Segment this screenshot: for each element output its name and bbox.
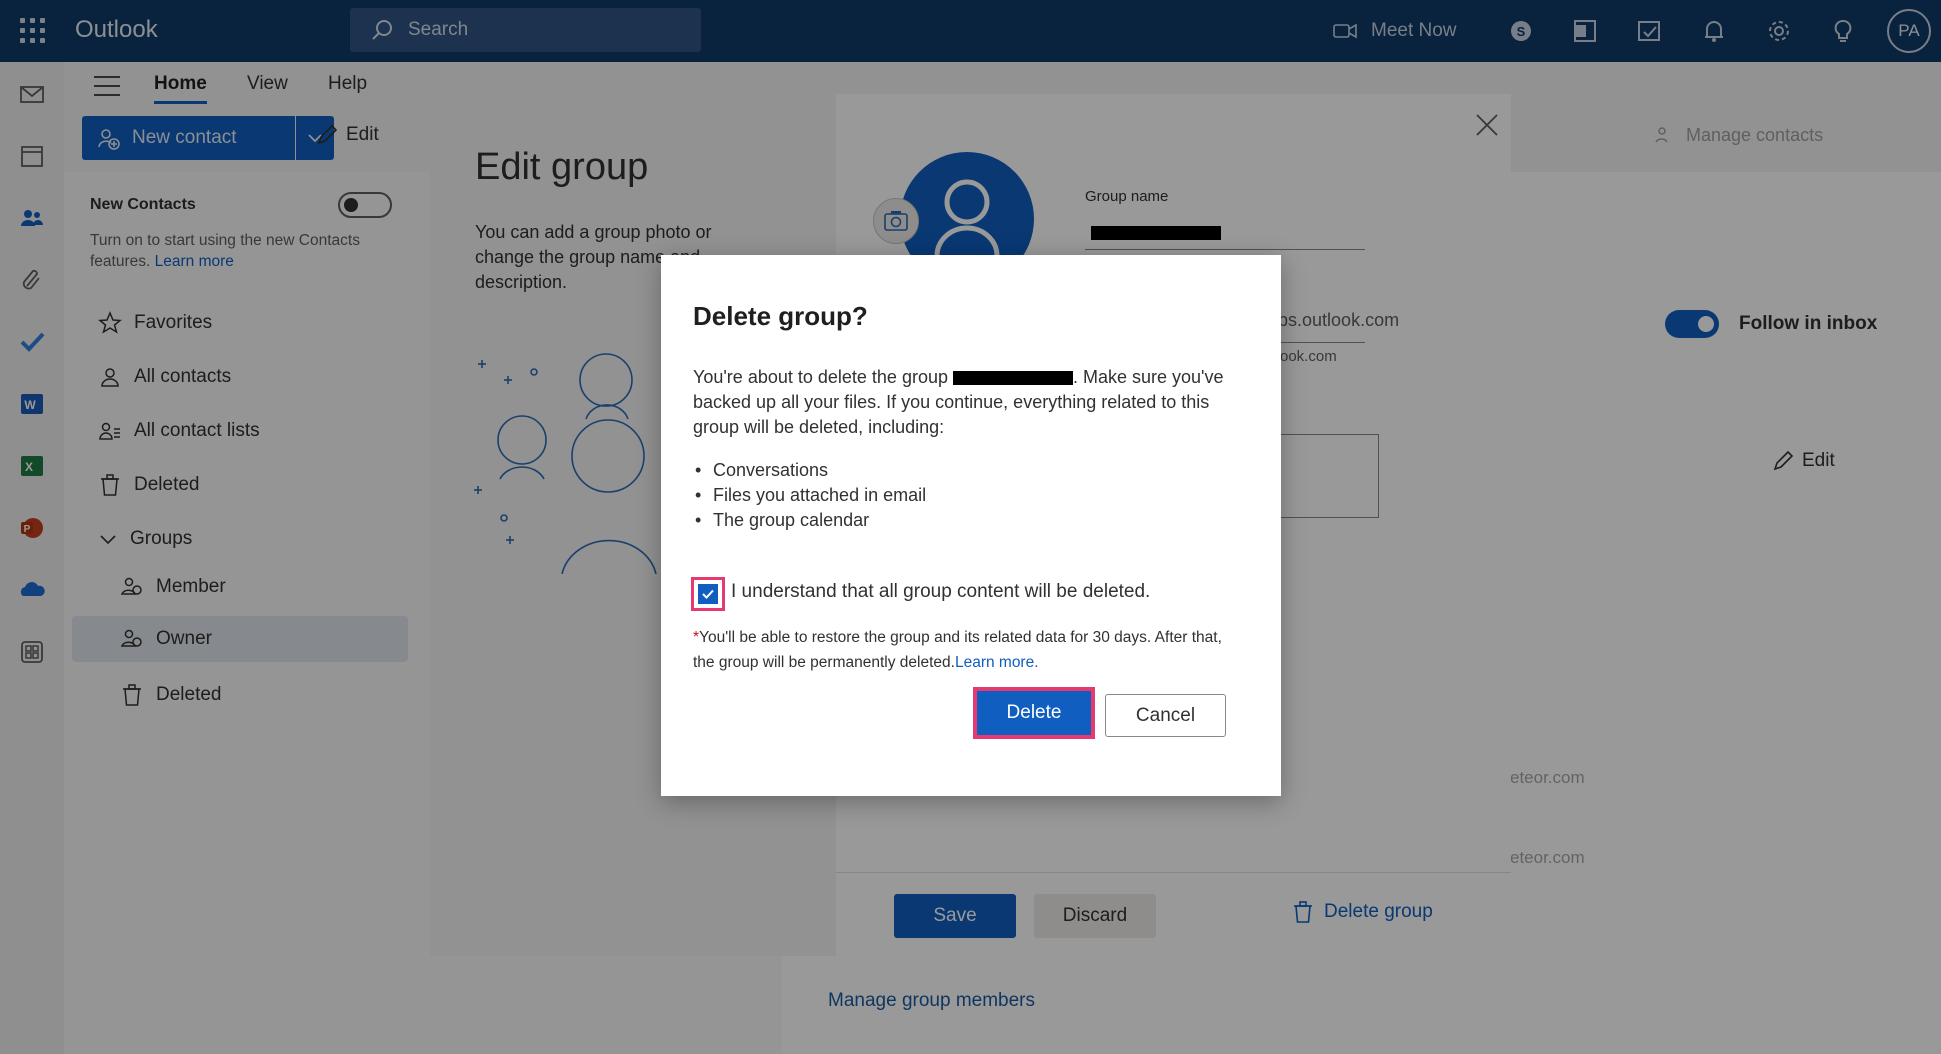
confirm-checkbox[interactable] bbox=[691, 577, 725, 611]
list-item: The group calendar bbox=[693, 508, 926, 533]
dialog-body: You're about to delete the group . Make … bbox=[693, 365, 1253, 440]
delete-group-dialog: Delete group? You're about to delete the… bbox=[661, 255, 1281, 796]
redacted-group-name bbox=[953, 371, 1073, 386]
checkmark-icon bbox=[702, 589, 714, 599]
delete-button[interactable]: Delete bbox=[977, 691, 1091, 735]
learn-more-link[interactable]: Learn more. bbox=[955, 654, 1039, 671]
restore-note: *You'll be able to restore the group and… bbox=[693, 625, 1233, 675]
cancel-button[interactable]: Cancel bbox=[1105, 694, 1226, 737]
delete-button-highlight: Delete bbox=[973, 687, 1095, 739]
checkbox-box bbox=[698, 584, 718, 604]
confirm-checkbox-label[interactable]: I understand that all group content will… bbox=[731, 581, 1150, 603]
deleted-items-list: Conversations Files you attached in emai… bbox=[693, 458, 926, 533]
list-item: Files you attached in email bbox=[693, 483, 926, 508]
dialog-body-before: You're about to delete the group bbox=[693, 367, 948, 387]
dialog-title: Delete group? bbox=[693, 301, 868, 331]
list-item: Conversations bbox=[693, 458, 926, 483]
